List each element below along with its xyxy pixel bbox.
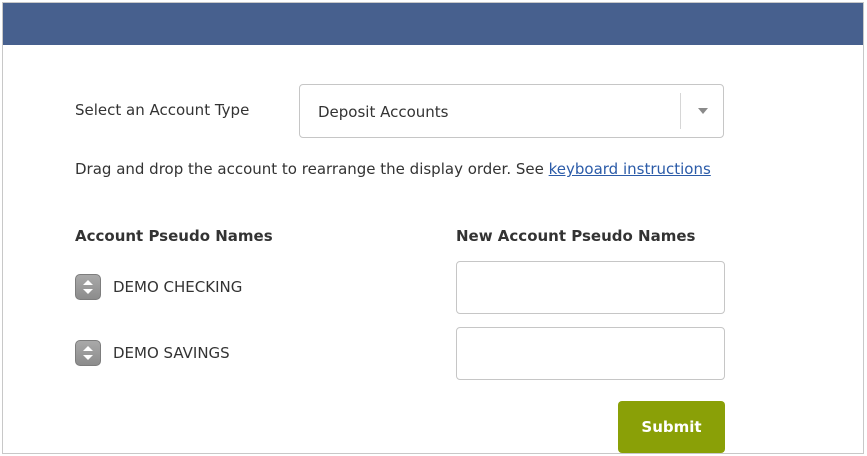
instructions-text: Drag and drop the account to rearrange t… [75,160,549,178]
select-divider [680,93,681,129]
account-row-savings[interactable]: DEMO SAVINGS [75,339,230,367]
keyboard-instructions-link[interactable]: keyboard instructions [549,160,711,178]
account-pseudo-names-panel: Select an Account Type Deposit Accounts … [2,2,864,454]
header-bar [3,3,863,45]
drag-drop-instructions: Drag and drop the account to rearrange t… [75,157,715,182]
account-pseudo-names-header: Account Pseudo Names [75,227,273,245]
account-type-select[interactable]: Deposit Accounts [299,84,724,138]
submit-button[interactable]: Submit [618,401,725,453]
drag-handle-icon[interactable] [75,340,101,366]
account-type-selected-value: Deposit Accounts [318,103,449,121]
chevron-down-icon[interactable] [698,108,708,114]
account-type-label: Select an Account Type [75,101,250,119]
drag-handle-icon[interactable] [75,274,101,300]
new-account-pseudo-names-header: New Account Pseudo Names [456,227,696,245]
account-row-checking[interactable]: DEMO CHECKING [75,273,242,301]
new-pseudo-name-input-savings[interactable] [456,327,725,380]
new-pseudo-name-input-checking[interactable] [456,261,725,314]
account-name-savings: DEMO SAVINGS [113,344,230,362]
account-name-checking: DEMO CHECKING [113,278,243,296]
